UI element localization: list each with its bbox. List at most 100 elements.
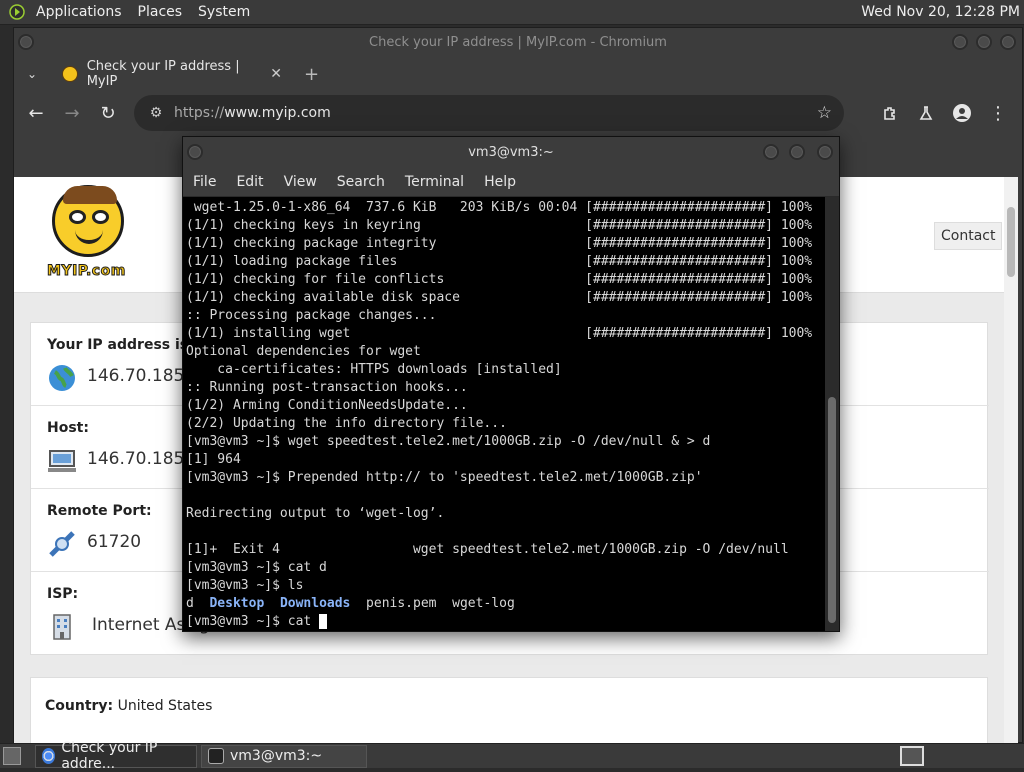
url-protocol: https://	[174, 105, 225, 121]
minimize-button[interactable]	[952, 34, 968, 50]
show-desktop-icon[interactable]	[3, 747, 21, 765]
remote-port-value: 61720	[87, 532, 142, 552]
terminal-line: :: Processing package changes...	[186, 308, 437, 323]
terminal-line: :: Running post-transaction hooks...	[186, 380, 468, 395]
terminal-menu-file[interactable]: File	[183, 174, 226, 190]
building-icon	[53, 614, 71, 640]
reload-icon[interactable]: ↻	[90, 95, 126, 131]
terminal-line: Optional dependencies for wget	[186, 344, 421, 359]
tab-close-icon[interactable]: ✕	[270, 66, 282, 82]
terminal-maximize-button[interactable]	[789, 144, 805, 160]
host-label: Host:	[47, 420, 89, 436]
taskbar-terminal-button[interactable]: vm3@vm3:~	[201, 744, 367, 768]
terminal-icon	[208, 748, 224, 764]
terminal-output[interactable]: wget-1.25.0-1-x86_64 737.6 KiB 203 KiB/s…	[183, 197, 827, 631]
menu-places[interactable]: Places	[130, 4, 191, 20]
close-window-button[interactable]	[1000, 34, 1016, 50]
page-scrollbar[interactable]	[1004, 177, 1018, 744]
menu-applications[interactable]: Applications	[28, 4, 130, 20]
host-value: 146.70.185.	[87, 449, 190, 469]
terminal-line: (1/1) loading package files [###########…	[186, 254, 813, 269]
terminal-line: wget-1.25.0-1-x86_64 737.6 KiB 203 KiB/s…	[186, 200, 813, 215]
new-tab-icon[interactable]: +	[304, 64, 319, 85]
terminal-menu-edit[interactable]: Edit	[226, 174, 273, 190]
menu-system[interactable]: System	[190, 4, 258, 20]
terminal-close-button[interactable]	[817, 144, 833, 160]
clock[interactable]: Wed Nov 20, 12:28 PM	[861, 4, 1024, 20]
ls-dir-entry: Desktop	[209, 596, 265, 611]
terminal-menu-terminal[interactable]: Terminal	[395, 174, 474, 190]
browser-menu-icon[interactable]: ⋮	[980, 95, 1016, 131]
chromium-icon	[42, 748, 56, 764]
system-logo-icon[interactable]	[8, 3, 26, 21]
myip-logo-icon[interactable]	[52, 185, 124, 257]
page-scrollbar-thumb[interactable]	[1007, 207, 1015, 277]
maximize-button[interactable]	[976, 34, 992, 50]
terminal-line: [1]+ Exit 4 wget speedtest.tele2.met/100…	[186, 542, 789, 557]
terminal-line: (2/2) Updating the info directory file..…	[186, 416, 507, 431]
terminal-prompt: [vm3@vm3 ~]$ cat	[186, 614, 320, 629]
terminal-title: vm3@vm3:~	[468, 144, 554, 160]
forward-icon[interactable]: →	[54, 95, 90, 131]
terminal-line: (1/1) installing wget [#################…	[186, 326, 813, 341]
country-card: Country: United States	[30, 677, 988, 744]
tab-myip[interactable]: Check your IP address | MyIP ✕	[54, 56, 290, 92]
terminal-window-menu-button[interactable]	[187, 144, 203, 160]
myip-favicon-icon	[62, 66, 78, 82]
workspace-switcher[interactable]	[900, 746, 924, 766]
cable-icon	[49, 531, 75, 557]
country-line: Country: United States	[45, 698, 212, 714]
profile-avatar-icon[interactable]	[944, 95, 980, 131]
browser-titlebar[interactable]: Check your IP address | MyIP.com - Chrom…	[14, 28, 1022, 56]
ls-entry: wget-log	[452, 596, 515, 611]
country-label: Country:	[45, 698, 114, 714]
taskbar-browser-button[interactable]: Check your IP addre...	[35, 740, 197, 772]
terminal-line: (1/1) checking package integrity [######…	[186, 236, 813, 251]
isp-label: ISP:	[47, 586, 79, 602]
tab-search-icon[interactable]: ⌄	[14, 67, 50, 81]
browser-toolbar: ← → ↻ ⚙ https:// www.myip.com ☆ ⋮	[14, 92, 1022, 134]
terminal-menu-view[interactable]: View	[274, 174, 327, 190]
remote-port-label: Remote Port:	[47, 503, 152, 519]
labs-flask-icon[interactable]	[908, 95, 944, 131]
terminal-line: [1] 964	[186, 452, 241, 467]
terminal-line: [vm3@vm3 ~]$ wget speedtest.tele2.met/10…	[186, 434, 711, 449]
taskbar-browser-label: Check your IP addre...	[61, 740, 158, 772]
terminal-scrollbar-thumb[interactable]	[828, 397, 836, 623]
taskbar-terminal-label: vm3@vm3:~	[230, 748, 323, 764]
terminal-line: (1/1) checking for file conflicts [#####…	[186, 272, 813, 287]
address-bar[interactable]: ⚙ https:// www.myip.com ☆	[134, 95, 844, 131]
contact-button[interactable]: Contact	[934, 222, 1003, 250]
terminal-menubar: File Edit View Search Terminal Help	[183, 167, 839, 197]
computer-icon	[48, 450, 76, 472]
site-info-icon[interactable]: ⚙	[138, 105, 174, 121]
ls-dir-entry: Downloads	[279, 596, 351, 611]
ls-entry: d	[186, 596, 194, 611]
terminal-prompt-line[interactable]: [vm3@vm3 ~]$ cat	[186, 613, 824, 631]
top-panel: Applications Places System Wed Nov 20, 1…	[0, 0, 1024, 25]
terminal-line: (1/1) checking available disk space [###…	[186, 290, 813, 305]
extensions-icon[interactable]	[872, 95, 908, 131]
myip-logo-text[interactable]: MYIP.com	[47, 263, 126, 280]
terminal-window: vm3@vm3:~ File Edit View Search Terminal…	[182, 136, 840, 632]
globe-icon	[49, 365, 75, 391]
terminal-menu-help[interactable]: Help	[474, 174, 526, 190]
terminal-cursor	[319, 614, 328, 629]
window-menu-button[interactable]	[18, 34, 34, 50]
terminal-menu-search[interactable]: Search	[327, 174, 395, 190]
back-icon[interactable]: ←	[18, 95, 54, 131]
bookmark-star-icon[interactable]: ☆	[817, 103, 832, 123]
terminal-titlebar[interactable]: vm3@vm3:~	[183, 137, 839, 167]
country-value: United States	[117, 698, 213, 714]
terminal-line: Redirecting output to ‘wget-log’.	[186, 506, 445, 521]
url-host: www.myip.com	[224, 105, 331, 121]
terminal-line: ca-certificates: HTTPS downloads [instal…	[186, 362, 562, 377]
terminal-line: [vm3@vm3 ~]$ cat d	[186, 560, 327, 575]
terminal-line: [vm3@vm3 ~]$ ls	[186, 578, 304, 593]
terminal-scrollbar[interactable]	[825, 197, 839, 631]
terminal-minimize-button[interactable]	[763, 144, 779, 160]
ip-address-label: Your IP address is:	[47, 337, 194, 353]
terminal-line: (1/1) checking keys in keyring [########…	[186, 218, 813, 233]
